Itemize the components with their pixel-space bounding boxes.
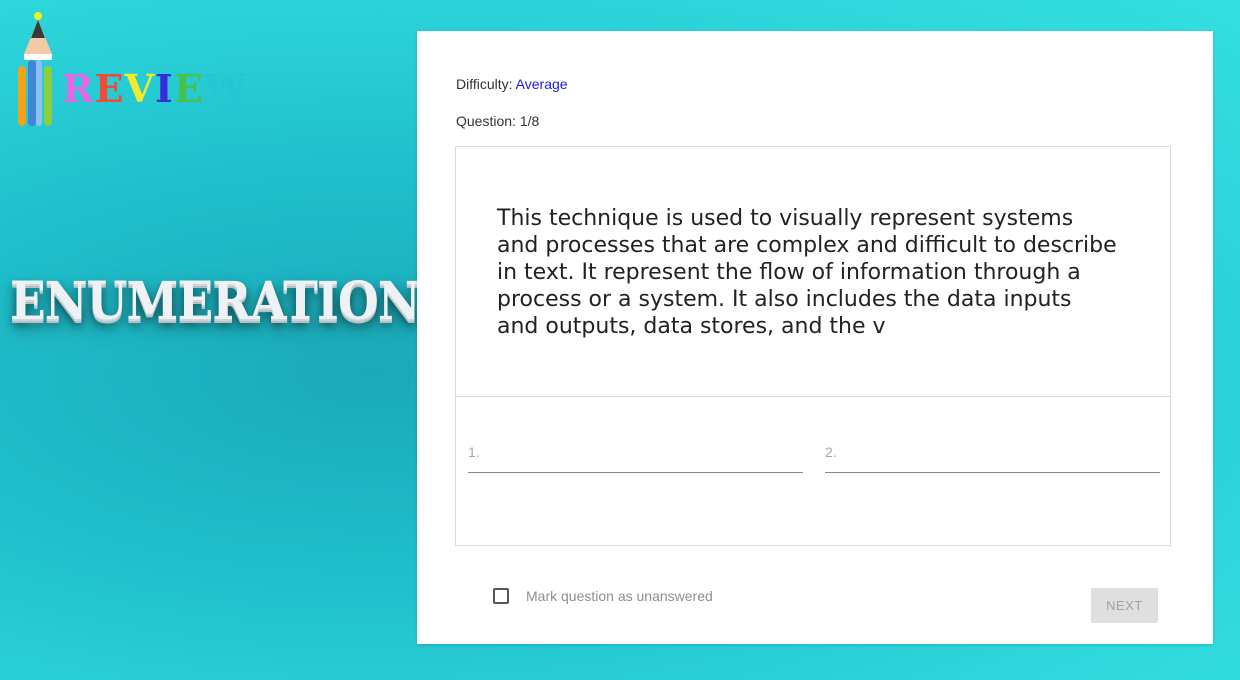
question-number: 1/8 xyxy=(519,113,540,129)
mark-unanswered-label: Mark question as unanswered xyxy=(526,588,713,604)
question-text: This technique is used to visually repre… xyxy=(497,206,1117,339)
review-wordmark: REVIEW xyxy=(62,70,247,108)
logo-letter: E xyxy=(173,66,204,111)
logo-letter: V xyxy=(124,66,156,111)
pencils-icon xyxy=(18,12,52,126)
answer-input-1[interactable] xyxy=(468,437,803,473)
divider xyxy=(456,396,1170,397)
difficulty-row: Difficulty: Average xyxy=(456,76,568,92)
mark-unanswered-toggle[interactable]: Mark question as unanswered xyxy=(493,588,713,604)
logo-letter: I xyxy=(155,66,174,111)
difficulty-value: Average xyxy=(515,76,568,92)
logo-letter: R xyxy=(62,66,95,111)
review-logo: REVIEW xyxy=(14,8,274,134)
next-button[interactable]: NEXT xyxy=(1091,588,1158,623)
logo-letter: W xyxy=(203,66,248,111)
enumeration-title: ENUMERATION xyxy=(10,271,421,332)
answer-input-2[interactable] xyxy=(825,437,1160,473)
quiz-card: Difficulty: Average Question: 1/8 This t… xyxy=(417,31,1213,644)
difficulty-label: Difficulty: xyxy=(456,76,513,92)
question-box: This technique is used to visually repre… xyxy=(455,146,1171,546)
question-label: Question: xyxy=(456,113,516,129)
logo-letter: E xyxy=(94,66,125,111)
mark-unanswered-checkbox[interactable] xyxy=(493,588,509,604)
question-counter: Question: 1/8 xyxy=(456,113,539,129)
